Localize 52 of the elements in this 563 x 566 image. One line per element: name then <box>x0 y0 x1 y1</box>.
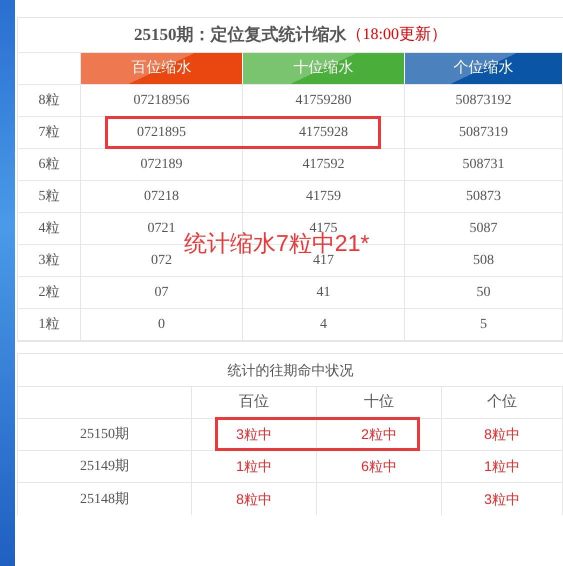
table-cell-text: 50873 <box>466 188 501 206</box>
table-cell-text: 417592 <box>302 156 344 174</box>
table-cell-text: 0721 <box>148 220 176 238</box>
table-cell-text: 072 <box>151 252 172 270</box>
annotation-text: 统计缩水7粒中21* <box>184 233 370 253</box>
table-cell-text: 4175928 <box>299 124 348 142</box>
row-label: 7粒 <box>38 124 60 142</box>
table-cell-text: 07218956 <box>134 92 190 110</box>
table-cell-text: 07 <box>154 284 168 302</box>
table-cell-text: 2粒中 <box>361 425 397 444</box>
table-cell-text: 4 <box>320 316 327 334</box>
table-cell-text: 41759280 <box>296 92 352 110</box>
table-cell-text: 50873192 <box>456 92 512 110</box>
row-label: 6粒 <box>38 156 60 174</box>
table-cell-text: 5 <box>480 316 487 334</box>
period-label: 25149期 <box>80 458 129 476</box>
row-label: 5粒 <box>38 188 60 206</box>
period-label: 25148期 <box>80 490 129 508</box>
column-header: 个位缩水 <box>405 53 563 84</box>
period-label: 25150期 <box>80 426 129 444</box>
table-cell-text: 0721895 <box>137 124 186 142</box>
column-header: 十位 <box>364 392 394 412</box>
table-cell-text: 50 <box>476 284 490 302</box>
table-cell-text: 41 <box>316 284 330 302</box>
table-cell-text: 8粒中 <box>484 425 520 444</box>
column-header: 十位缩水 <box>243 53 405 84</box>
table-title: 统计的往期命中状况 <box>228 360 354 380</box>
table-cell-text: 3粒中 <box>236 425 272 444</box>
table-cell-text: 1粒中 <box>236 457 272 476</box>
table-cell-text: 5087319 <box>459 124 508 142</box>
table-cell-text: 072189 <box>140 156 182 174</box>
table-cell-text: 1粒中 <box>484 457 520 476</box>
table-cell-text: 508731 <box>462 156 504 174</box>
row-label: 2粒 <box>38 284 60 302</box>
table-cell-text: 508 <box>473 252 494 270</box>
row-label: 4粒 <box>38 220 60 238</box>
table-cell-text: 3粒中 <box>484 490 520 508</box>
table-cell-text: 07218 <box>144 188 179 206</box>
table-cell-text: 0 <box>158 316 165 334</box>
table-cell-text: 6粒中 <box>361 457 397 476</box>
table-cell-text: 8粒中 <box>236 490 272 508</box>
column-header: 百位缩水 <box>81 53 243 84</box>
table-title: 25150期：定位复式统计缩水 <box>134 24 347 46</box>
table-cell-text: 417 <box>313 253 334 270</box>
table-cell-text: 41759 <box>306 188 341 206</box>
row-label: 8粒 <box>38 92 60 110</box>
column-header: 百位 <box>239 392 269 412</box>
column-header: 个位 <box>487 392 517 412</box>
table-cell-text: 5087 <box>470 220 498 238</box>
row-label: 1粒 <box>38 316 60 334</box>
update-time: （18:00更新） <box>346 24 447 45</box>
row-label: 3粒 <box>38 252 60 270</box>
